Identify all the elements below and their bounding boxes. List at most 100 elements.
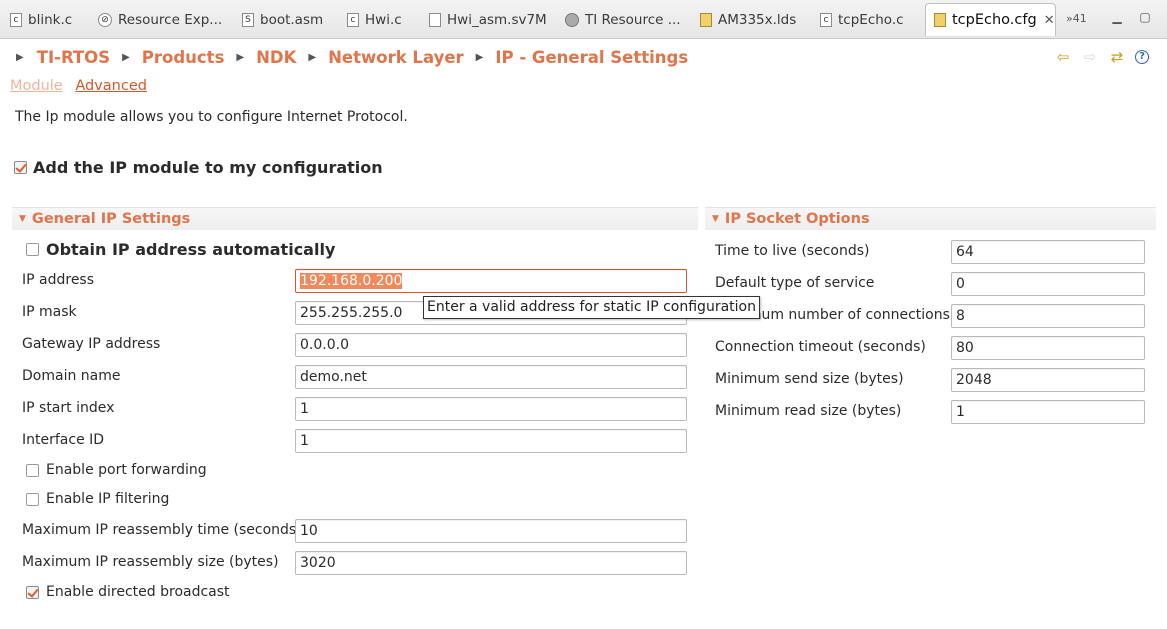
obtain-ip-auto-label: Obtain IP address automatically: [46, 240, 336, 259]
breadcrumb-ti-rtos[interactable]: TI-RTOS: [37, 48, 110, 67]
ip-address-value: 192.168.0.200: [300, 273, 403, 289]
tab-label: AM335x.lds: [718, 11, 797, 28]
section-title: General IP Settings: [31, 211, 191, 227]
collapse-triangle-icon: ▼: [712, 214, 719, 224]
interface-id-label: Interface ID: [22, 432, 105, 448]
ip-filtering-checkbox[interactable]: [26, 492, 39, 506]
ttl-label: Time to live (seconds): [715, 243, 870, 259]
port-forwarding-label: Enable port forwarding: [46, 462, 207, 478]
tab-label: Resource Exp...: [118, 11, 223, 28]
min-read-size-field[interactable]: 1: [951, 400, 1145, 424]
tab-hwi-asm[interactable]: Hwi_asm.sv7M: [429, 6, 547, 33]
breadcrumb: ▶ TI-RTOS ▶ Products ▶ NDK ▶ Network Lay…: [0, 39, 1167, 75]
minimize-icon[interactable]: ▁: [1110, 10, 1124, 24]
min-send-size-label: Minimum send size (bytes): [715, 371, 904, 387]
c-file-icon: c: [347, 12, 359, 27]
cfg-file-icon: [934, 13, 946, 27]
ip-mask-label: IP mask: [22, 304, 77, 320]
port-forwarding-checkbox[interactable]: [26, 463, 39, 477]
sync-icon[interactable]: ⇄: [1108, 48, 1126, 66]
c-file-icon: c: [10, 12, 22, 27]
domain-name-label: Domain name: [22, 368, 121, 384]
tab-label: TI Resource ...: [585, 11, 681, 28]
ip-socket-options-header[interactable]: ▼ IP Socket Options: [705, 207, 1156, 230]
reassembly-time-label: Maximum IP reassembly time (seconds): [22, 522, 302, 538]
gateway-label: Gateway IP address: [22, 336, 161, 352]
tab-resource-explorer[interactable]: ⊘ Resource Exp...: [98, 6, 222, 33]
tabs-overflow-button[interactable]: »41: [1066, 12, 1087, 25]
breadcrumb-ndk[interactable]: NDK: [256, 48, 296, 67]
module-description: The Ip module allows you to configure In…: [15, 109, 408, 125]
general-ip-settings-header[interactable]: ▼ General IP Settings: [12, 207, 698, 230]
directed-broadcast-checkbox[interactable]: [26, 585, 39, 599]
tos-label: Default type of service: [715, 275, 875, 291]
ip-filtering-label: Enable IP filtering: [46, 491, 170, 507]
port-forwarding-option[interactable]: Enable port forwarding: [26, 462, 207, 478]
tab-label: tcpEcho.cfg: [952, 12, 1037, 28]
asm-file-icon: S: [242, 12, 254, 27]
tab-label: boot.asm: [260, 11, 324, 28]
tab-tcpecho-cfg[interactable]: tcpEcho.cfg ✕: [925, 3, 1056, 36]
collapse-triangle-icon: ▼: [19, 214, 26, 224]
chevron-right-icon: ▶: [236, 51, 245, 63]
max-connections-field[interactable]: 8: [951, 304, 1145, 328]
ip-start-index-field[interactable]: 1: [295, 397, 687, 421]
tab-module[interactable]: Module: [10, 78, 63, 94]
tab-boot-asm[interactable]: S boot.asm: [242, 6, 323, 33]
tab-tcpecho-c[interactable]: c tcpEcho.c: [820, 6, 904, 33]
tab-blink-c[interactable]: c blink.c: [10, 6, 72, 33]
ip-start-index-label: IP start index: [22, 400, 115, 416]
ttl-field[interactable]: 64: [951, 240, 1145, 264]
reassembly-size-field[interactable]: 3020: [295, 551, 687, 575]
tab-label: blink.c: [28, 11, 73, 28]
directed-broadcast-option[interactable]: Enable directed broadcast: [26, 584, 230, 600]
file-icon: [429, 12, 441, 27]
ip-address-label: IP address: [22, 272, 95, 288]
view-mode-tabs: Module Advanced: [10, 78, 155, 94]
chevron-right-icon: ▶: [475, 51, 484, 63]
reassembly-size-label: Maximum IP reassembly size (bytes): [22, 554, 279, 570]
min-send-size-field[interactable]: 2048: [951, 368, 1145, 392]
min-read-size-label: Minimum read size (bytes): [715, 403, 902, 419]
add-module-checkbox[interactable]: [14, 161, 27, 174]
chevron-right-icon: ▶: [122, 51, 130, 63]
add-module-label: Add the IP module to my configuration: [33, 158, 383, 177]
obtain-ip-auto-option[interactable]: Obtain IP address automatically: [26, 240, 335, 259]
chevron-right-icon: ▶: [308, 51, 317, 63]
ip-address-field[interactable]: 192.168.0.200: [295, 269, 687, 293]
interface-id-field[interactable]: 1: [295, 429, 687, 453]
back-arrow-icon[interactable]: ⇦: [1054, 48, 1072, 66]
breadcrumb-ip-general-settings: IP - General Settings: [495, 47, 689, 67]
editor-tab-bar: c blink.c ⊘ Resource Exp... S boot.asm c…: [0, 0, 1167, 39]
tab-label: tcpEcho.c: [838, 11, 904, 28]
tab-am335x-lds[interactable]: AM335x.lds: [700, 6, 796, 33]
compass-icon: ⊘: [98, 12, 112, 27]
globe-icon: [565, 12, 579, 27]
ip-filtering-option[interactable]: Enable IP filtering: [26, 491, 169, 507]
validation-tooltip: Enter a valid address for static IP conf…: [423, 296, 760, 319]
chevron-right-icon: ▶: [16, 51, 24, 63]
tab-label: Hwi.c: [365, 11, 402, 28]
obtain-ip-auto-checkbox[interactable]: [26, 243, 39, 256]
reassembly-time-field[interactable]: 10: [295, 519, 687, 543]
connection-timeout-field[interactable]: 80: [951, 336, 1145, 360]
tab-hwi-c[interactable]: c Hwi.c: [347, 6, 402, 33]
breadcrumb-products[interactable]: Products: [142, 48, 225, 67]
tab-advanced[interactable]: Advanced: [75, 78, 147, 94]
tab-label: Hwi_asm.sv7M: [447, 11, 547, 28]
section-title: IP Socket Options: [724, 211, 870, 227]
tos-field[interactable]: 0: [951, 272, 1145, 296]
directed-broadcast-label: Enable directed broadcast: [46, 584, 230, 600]
help-icon[interactable]: ?: [1135, 50, 1149, 64]
add-module-option[interactable]: Add the IP module to my configuration: [14, 158, 383, 177]
breadcrumb-network-layer[interactable]: Network Layer: [328, 48, 464, 67]
gateway-field[interactable]: 0.0.0.0: [295, 333, 687, 357]
forward-arrow-icon[interactable]: ⇨: [1081, 48, 1099, 66]
tab-ti-resource[interactable]: TI Resource ...: [565, 6, 681, 33]
close-tab-icon[interactable]: ✕: [1044, 13, 1055, 28]
linker-file-icon: [700, 12, 712, 27]
maximize-icon[interactable]: ▢: [1138, 10, 1152, 24]
nav-toolbar: ⇦ ⇨ ⇄ ?: [1054, 48, 1149, 66]
domain-name-field[interactable]: demo.net: [295, 365, 687, 389]
connection-timeout-label: Connection timeout (seconds): [715, 339, 926, 355]
